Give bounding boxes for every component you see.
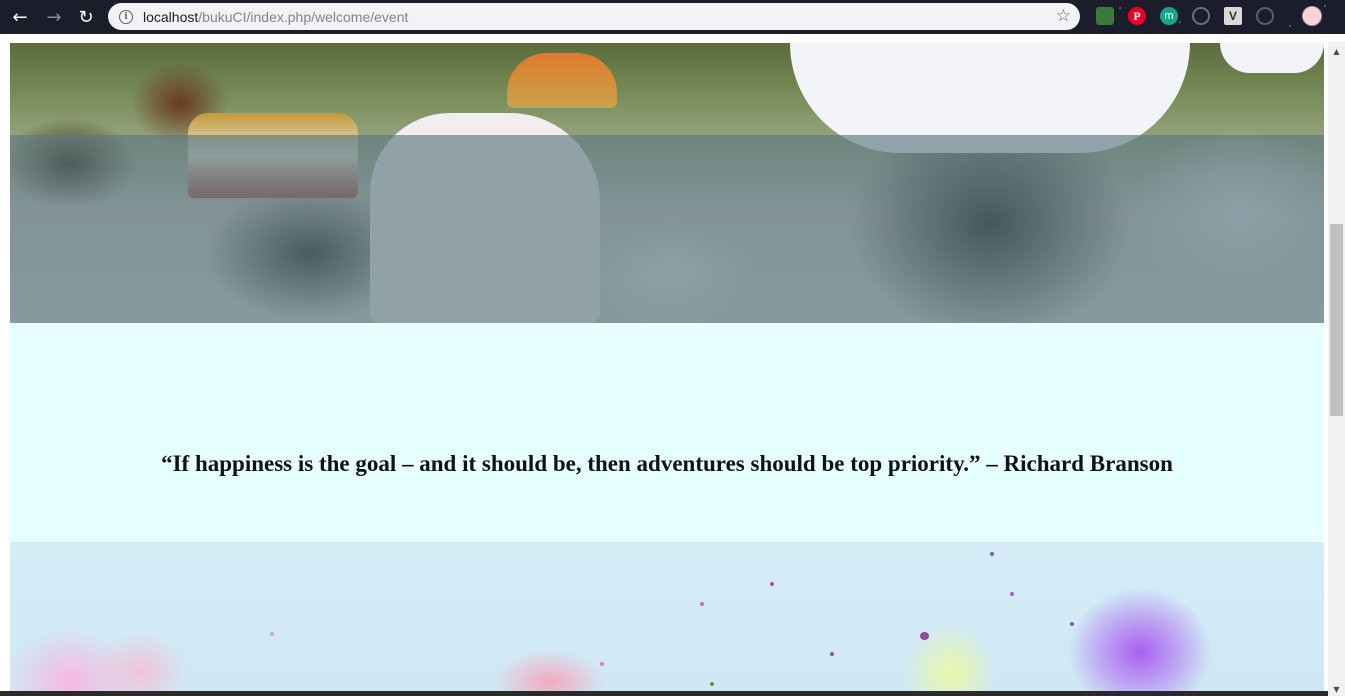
photo-detail <box>700 602 704 606</box>
photo-detail <box>270 632 274 636</box>
extension-m-label: m <box>1164 10 1174 22</box>
quote-text: “If happiness is the goal – and it shoul… <box>161 450 1173 476</box>
scroll-up-icon[interactable]: ▲ <box>1328 44 1345 58</box>
address-bar[interactable]: i localhost/bukuCI/index.php/welcome/eve… <box>108 3 1080 30</box>
forward-button[interactable]: → <box>42 5 66 29</box>
quote-section: “If happiness is the goal – and it shoul… <box>10 323 1324 542</box>
photo-detail <box>920 632 929 640</box>
scroll-thumb[interactable] <box>1330 224 1343 416</box>
photo-detail <box>710 682 714 686</box>
extension-m-icon[interactable]: m <box>1160 7 1178 25</box>
photo-detail <box>770 582 774 586</box>
photo-detail <box>1070 622 1074 626</box>
hero-overlay <box>10 135 1324 323</box>
scroll-down-icon[interactable]: ▼ <box>1328 682 1345 696</box>
reload-icon: ↻ <box>78 6 94 28</box>
url-path: /bukuCI/index.php/welcome/event <box>198 8 409 25</box>
photo-detail <box>507 53 617 108</box>
browser-toolbar: ← → ↻ i localhost/bukuCI/index.php/welco… <box>0 0 1345 34</box>
back-button[interactable]: ← <box>8 5 32 29</box>
page-viewport: “If happiness is the goal – and it shoul… <box>0 34 1328 696</box>
reload-button[interactable]: ↻ <box>74 5 98 29</box>
pinterest-label: P <box>1133 8 1141 23</box>
extension-v-label: V <box>1228 9 1237 23</box>
photo-detail <box>1220 43 1324 73</box>
photo-detail <box>990 552 994 556</box>
vertical-scrollbar[interactable]: ▲ ▼ <box>1328 42 1345 696</box>
event-hero-image <box>10 43 1324 323</box>
extension-v-icon[interactable]: V <box>1224 7 1242 25</box>
horizontal-edge <box>0 691 1328 696</box>
extension-ring-icon[interactable] <box>1192 7 1210 25</box>
url-text[interactable]: localhost/bukuCI/index.php/welcome/event <box>143 9 408 25</box>
profile-avatar[interactable] <box>1302 6 1322 26</box>
info-icon[interactable]: i <box>119 9 133 24</box>
star-icon[interactable]: ☆ <box>1056 6 1071 26</box>
photo-detail <box>1010 592 1014 596</box>
url-host: localhost <box>143 8 199 25</box>
photo-detail <box>830 652 834 656</box>
extension-swirl-icon[interactable] <box>1256 7 1274 25</box>
pinterest-icon[interactable]: P <box>1128 7 1146 25</box>
color-powder-image <box>10 542 1324 696</box>
extension-globe-icon[interactable] <box>1096 7 1114 25</box>
arrow-left-icon: ← <box>12 6 28 28</box>
arrow-right-icon: → <box>46 6 62 28</box>
photo-detail <box>600 662 604 666</box>
